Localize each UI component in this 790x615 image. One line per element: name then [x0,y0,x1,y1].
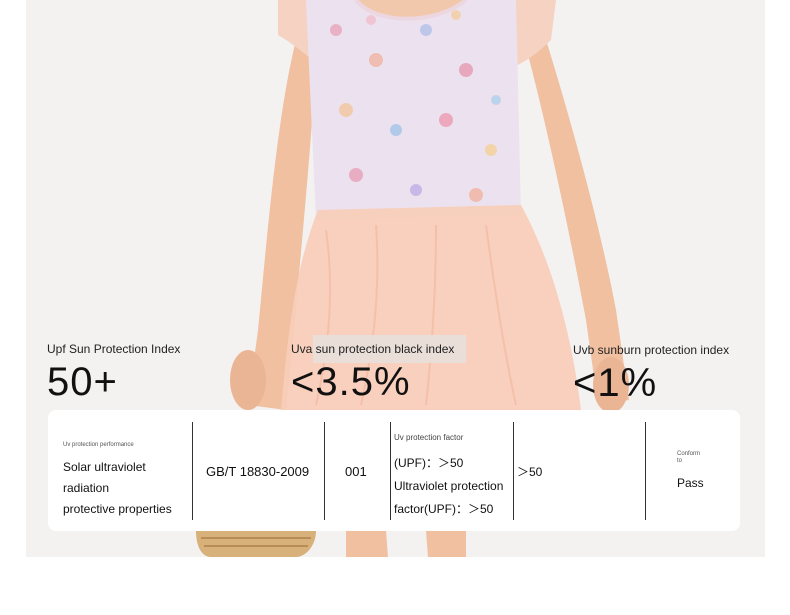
conform-caption-to: to [677,458,683,464]
verdict: Pass [677,476,704,490]
upf-label: Upf Sun Protection Index [47,342,181,356]
factor-line-2: Ultraviolet protection [394,479,504,493]
spec-factor-cell: Uv protection factor (UPF)：＞50 Ultraviol… [394,410,512,531]
column-divider [513,422,514,520]
conform-caption: Conform [677,451,701,457]
factor-caption: Uv protection factor [394,433,464,442]
column-divider [192,422,193,520]
spec-verdict-cell: Conform to Pass [677,410,737,531]
factor-line-1: (UPF)：＞50 [394,456,464,470]
spec-sample-cell: 001 [345,410,385,531]
uvb-stat: Uvb sunburn protection index <1% [573,343,729,405]
category-line-2: protective properties [63,502,172,516]
uva-stat: Uva sun protection black index <3.5% [291,342,454,404]
upf-value: 50+ [47,360,118,404]
uv-spec-card: Uv protection performance Solar ultravio… [48,410,740,531]
spec-standard-cell: GB/T 18830-2009 [206,410,326,531]
column-divider [645,422,646,520]
spec-result-cell: ＞50 [517,410,637,531]
upf-stat: Upf Sun Protection Index 50+ [47,342,180,404]
column-divider [390,422,391,520]
spec-category-cell: Uv protection performance Solar ultravio… [63,410,193,531]
uva-label: Uva sun protection black index [291,342,455,356]
uva-value: <3.5% [291,360,411,404]
column-divider [324,422,325,520]
uvb-label: Uvb sunburn protection index [573,343,730,357]
category-line-1: Solar ultraviolet radiation [63,460,146,495]
standard-code: GB/T 18830-2009 [206,464,310,479]
sample-number: 001 [345,464,367,479]
uvb-value: <1% [573,361,658,405]
result-value: ＞50 [517,465,543,479]
factor-line-3: factor(UPF)：＞50 [394,502,494,516]
category-caption: Uv protection performance [63,442,134,448]
